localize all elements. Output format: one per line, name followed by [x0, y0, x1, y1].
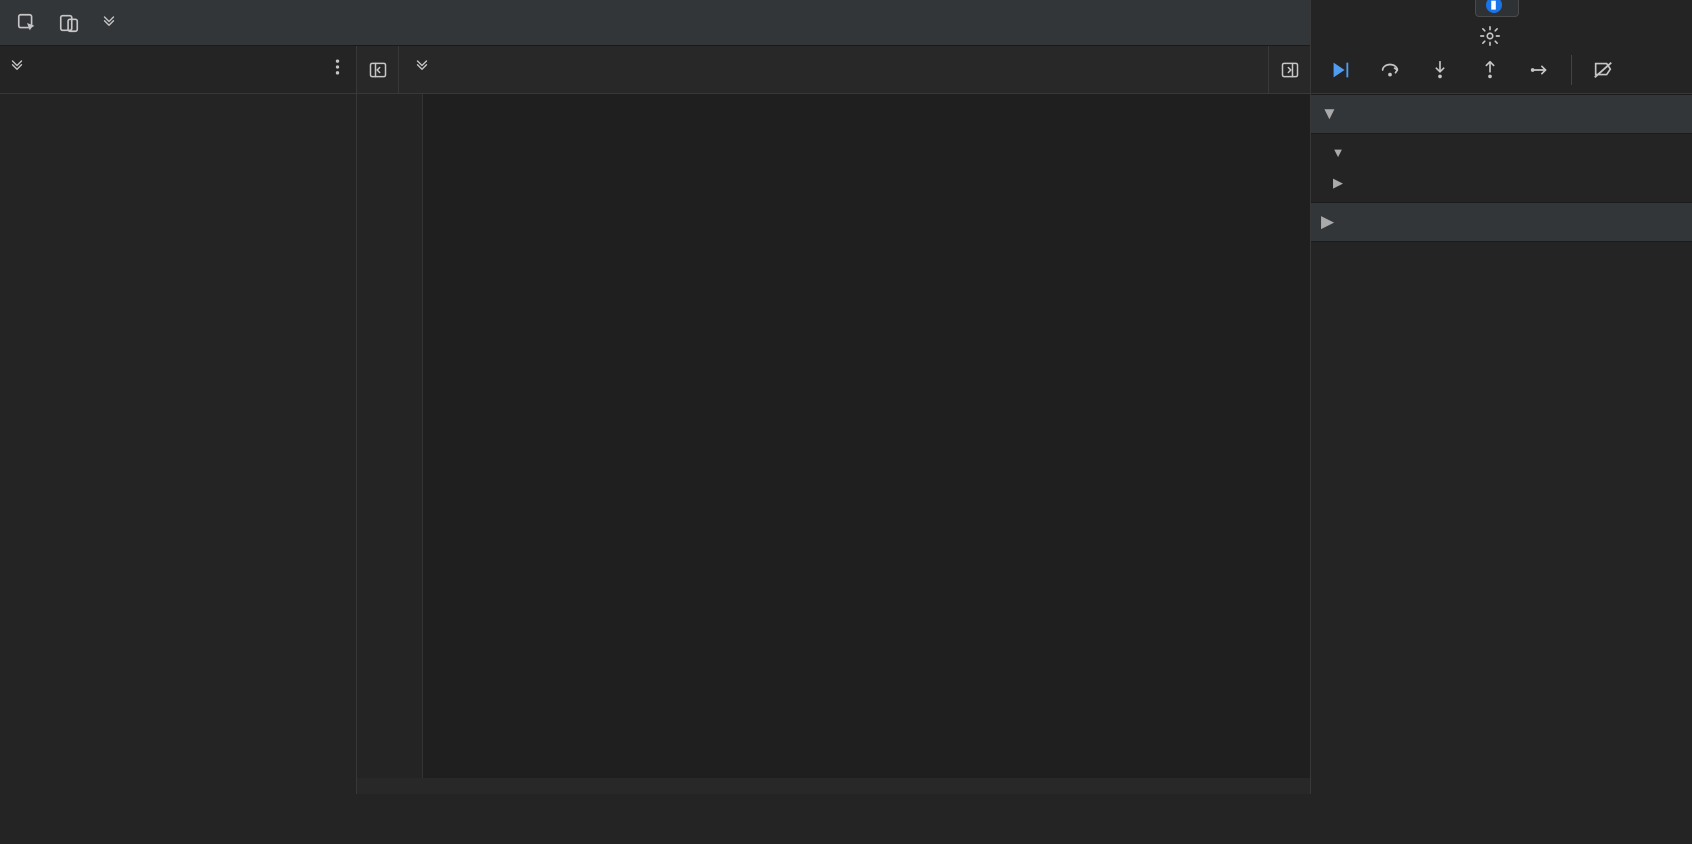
code-editor[interactable]: [357, 94, 1310, 778]
step-out-button[interactable]: [1467, 50, 1513, 90]
navigator-tabs: [0, 46, 356, 94]
editor-scrollbar[interactable]: [357, 778, 1310, 794]
code-area[interactable]: [423, 94, 1310, 778]
debugger-toolbar: [1311, 46, 1692, 94]
device-mode-icon[interactable]: [50, 4, 88, 42]
file-tree: [0, 94, 356, 794]
step-button[interactable]: [1517, 50, 1563, 90]
editor-panel: [357, 46, 1310, 794]
navigator-panel: [0, 46, 357, 794]
step-over-button[interactable]: [1367, 50, 1413, 90]
scope-section-header[interactable]: ▼: [1311, 94, 1692, 134]
scope-global[interactable]: ▶: [1311, 168, 1692, 198]
file-tabs: [357, 46, 1310, 94]
debugger-panel: ▼ ▼ ▶ ▶: [1310, 46, 1692, 794]
overflow-tabs-icon[interactable]: [88, 0, 130, 46]
messages-badge[interactable]: ▮: [1475, 0, 1519, 17]
resume-button[interactable]: [1317, 50, 1363, 90]
line-gutter[interactable]: [357, 94, 423, 778]
devtools-top-tabs: ✕ ▮: [0, 0, 1692, 46]
navigator-menu-icon[interactable]: [319, 58, 356, 81]
scope-script-header[interactable]: ▼: [1311, 138, 1692, 168]
step-into-button[interactable]: [1417, 50, 1463, 90]
call-stack-section-header[interactable]: ▶: [1311, 202, 1692, 242]
status-strip: [0, 794, 1692, 844]
deactivate-breakpoints-button[interactable]: [1580, 50, 1626, 90]
file-tabs-overflow-icon[interactable]: [399, 58, 445, 81]
toggle-navigator-icon[interactable]: [357, 46, 399, 94]
toggle-debugger-icon[interactable]: [1268, 46, 1310, 94]
navigator-overflow-icon[interactable]: [8, 58, 26, 81]
inspect-element-icon[interactable]: [8, 4, 46, 42]
